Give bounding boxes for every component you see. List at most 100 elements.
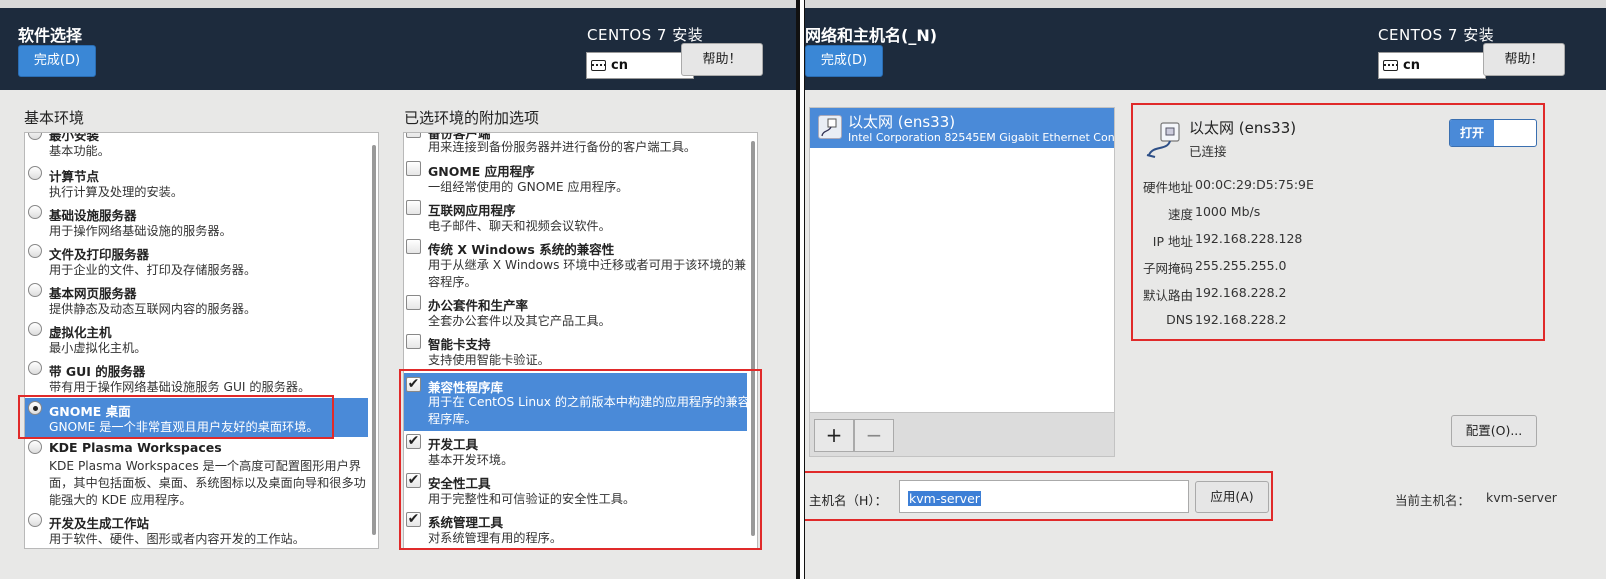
keyboard-layout-label: cn: [1403, 58, 1420, 73]
radio-button[interactable]: [28, 166, 42, 180]
software-selection-window: 软件选择 完成(D) CENTOS 7 安装 cn 帮助！ 基本环境 已选环境的…: [0, 0, 800, 579]
help-button[interactable]: 帮助！: [681, 43, 763, 76]
radio-button[interactable]: [28, 205, 42, 219]
current-hostname-label: 当前主机名：: [1395, 493, 1471, 508]
prop-value-gateway: 192.168.228.2: [1195, 285, 1287, 300]
checkbox[interactable]: [406, 239, 421, 254]
device-name: 以太网 (ens33): [848, 113, 956, 131]
addons-title: 已选环境的附加选项: [404, 109, 540, 127]
add-device-button[interactable]: +: [814, 419, 854, 452]
keyboard-layout-indicator[interactable]: cn: [1378, 52, 1486, 79]
highlight-box-device-details: 以太网 (ens33) 已连接 打开 硬件地址 00:0C:29:D5:75:9…: [1131, 103, 1545, 341]
done-button[interactable]: 完成(D): [18, 45, 96, 77]
checkbox[interactable]: [406, 334, 421, 349]
addon-label: 传统 X Windows 系统的兼容性: [428, 242, 615, 257]
addon-item-legacy-x[interactable]: 传统 X Windows 系统的兼容性 用于从继承 X Windows 环境中迁…: [404, 238, 747, 294]
addon-item-office-suite[interactable]: 办公套件和生产率 全套办公套件以及其它产品工具。: [404, 294, 747, 332]
env-item-kde-plasma[interactable]: KDE Plasma Workspaces KDE Plasma Workspa…: [25, 438, 368, 510]
checkbox[interactable]: [406, 200, 421, 215]
network-device-list[interactable]: 以太网 (ens33) Intel Corporation 82545EM Gi…: [809, 107, 1115, 457]
network-hostname-window: 网络和主机名(_N) 完成(D) CENTOS 7 安装 cn 帮助！ 以太网 …: [804, 0, 1606, 579]
env-item-basic-web-server[interactable]: 基本网页服务器 提供静态及动态互联网内容的服务器。: [25, 281, 368, 319]
env-item-file-print-server[interactable]: 文件及打印服务器 用于企业的文件、打印及存储服务器。: [25, 242, 368, 280]
keyboard-icon: [1383, 60, 1398, 71]
header-bar: 软件选择 完成(D) CENTOS 7 安装 cn 帮助！: [0, 8, 796, 90]
base-environment-title: 基本环境: [24, 109, 85, 127]
radio-button[interactable]: [28, 133, 42, 140]
env-desc: KDE Plasma Workspaces 是一个高度可配置图形用户界面，其中包…: [49, 459, 366, 507]
env-desc: 提供静态及动态互联网内容的服务器。: [49, 302, 257, 316]
prop-value-dns: 192.168.228.2: [1195, 312, 1287, 327]
env-label: KDE Plasma Workspaces: [49, 440, 222, 455]
addon-label: 办公套件和生产率: [428, 298, 529, 313]
addon-label: 智能卡支持: [428, 337, 491, 352]
addon-item-backup-client[interactable]: 备份客户端 用来连接到备份服务器并进行备份的客户端工具。: [404, 133, 747, 161]
base-environment-list[interactable]: 最小安装 基本功能。 计算节点 执行计算及处理的安装。 基础设施服务器 用于操作…: [24, 132, 379, 549]
installer-title: CENTOS 7 安装: [587, 26, 704, 44]
addon-desc: 电子邮件、聊天和视频会议软件。: [428, 219, 611, 233]
highlight-box-addons: [399, 369, 762, 550]
env-label: 计算节点: [49, 169, 100, 184]
prop-key: 速度: [1167, 207, 1193, 222]
env-item-infrastructure-server[interactable]: 基础设施服务器 用于操作网络基础设施的服务器。: [25, 203, 368, 241]
ethernet-icon: [818, 115, 842, 139]
env-desc: 带有用于操作网络基础设施服务 GUI 的服务器。: [49, 380, 311, 394]
env-item-virtualization-host[interactable]: 虚拟化主机 最小虚拟化主机。: [25, 320, 368, 358]
radio-button[interactable]: [28, 440, 42, 454]
remove-device-button[interactable]: −: [854, 419, 894, 452]
prop-key: 默认路由: [1142, 288, 1193, 303]
device-list-toolbar: + −: [810, 412, 1114, 456]
prop-key: 硬件地址: [1142, 180, 1193, 195]
addon-label: GNOME 应用程序: [428, 164, 535, 179]
checkbox[interactable]: [406, 133, 421, 138]
radio-button[interactable]: [28, 283, 42, 297]
connection-status: 已连接: [1189, 144, 1227, 159]
prop-value-speed: 1000 Mb/s: [1195, 204, 1261, 219]
env-item-server-with-gui[interactable]: 带 GUI 的服务器 带有用于操作网络基础设施服务 GUI 的服务器。: [25, 359, 368, 397]
highlight-box-gnome: [18, 395, 334, 439]
keyboard-layout-indicator[interactable]: cn: [586, 52, 694, 79]
env-desc: 最小虚拟化主机。: [49, 341, 147, 355]
device-detail-name: 以太网 (ens33): [1189, 119, 1297, 137]
prop-value-netmask: 255.255.255.0: [1195, 258, 1287, 273]
toggle-on-label: 打开: [1450, 120, 1494, 146]
page-title: 软件选择: [18, 26, 83, 45]
configure-button[interactable]: 配置(O)...: [1451, 415, 1537, 447]
radio-button[interactable]: [28, 513, 42, 527]
help-button[interactable]: 帮助！: [1483, 43, 1565, 76]
top-strip: [0, 0, 796, 8]
addon-desc: 用来连接到备份服务器并进行备份的客户端工具。: [428, 140, 697, 154]
top-strip: [805, 0, 1606, 8]
env-desc: 用于操作网络基础设施的服务器。: [49, 224, 232, 238]
keyboard-icon: [591, 60, 606, 71]
header-bar: 网络和主机名(_N) 完成(D) CENTOS 7 安装 cn 帮助！: [805, 8, 1606, 90]
apply-button[interactable]: 应用(A): [1195, 481, 1269, 513]
connection-toggle[interactable]: 打开: [1449, 119, 1537, 147]
env-label: 基础设施服务器: [49, 208, 137, 223]
env-item-dev-workstation[interactable]: 开发及生成工作站 用于软件、硬件、图形或者内容开发的工作站。: [25, 511, 368, 548]
hostname-input[interactable]: kvm-server: [899, 480, 1189, 513]
current-hostname-value: kvm-server: [1486, 490, 1557, 505]
env-item-compute-node[interactable]: 计算节点 执行计算及处理的安装。: [25, 164, 368, 202]
checkbox[interactable]: [406, 161, 421, 176]
page-title: 网络和主机名(_N): [805, 26, 938, 45]
keyboard-layout-label: cn: [611, 58, 628, 73]
radio-button[interactable]: [28, 244, 42, 258]
installer-title: CENTOS 7 安装: [1378, 26, 1495, 44]
checkbox[interactable]: [406, 295, 421, 310]
env-label: 带 GUI 的服务器: [49, 364, 146, 379]
scrollbar[interactable]: [372, 145, 376, 535]
addon-item-internet-apps[interactable]: 互联网应用程序 电子邮件、聊天和视频会议软件。: [404, 199, 747, 237]
done-button[interactable]: 完成(D): [805, 45, 883, 77]
env-item-minimal[interactable]: 最小安装 基本功能。: [25, 133, 368, 163]
addon-item-gnome-apps[interactable]: GNOME 应用程序 一组经常使用的 GNOME 应用程序。: [404, 160, 747, 198]
addon-item-smart-card[interactable]: 智能卡支持 支持使用智能卡验证。: [404, 333, 747, 371]
env-desc: 用于企业的文件、打印及存储服务器。: [49, 263, 257, 277]
ethernet-icon: [1145, 119, 1185, 159]
radio-button[interactable]: [28, 322, 42, 336]
device-item-ens33[interactable]: 以太网 (ens33) Intel Corporation 82545EM Gi…: [810, 108, 1114, 148]
radio-button[interactable]: [28, 361, 42, 375]
prop-value-hw-address: 00:0C:29:D5:75:9E: [1195, 177, 1314, 192]
addon-desc: 全套办公套件以及其它产品工具。: [428, 314, 611, 328]
env-desc: 执行计算及处理的安装。: [49, 185, 184, 199]
